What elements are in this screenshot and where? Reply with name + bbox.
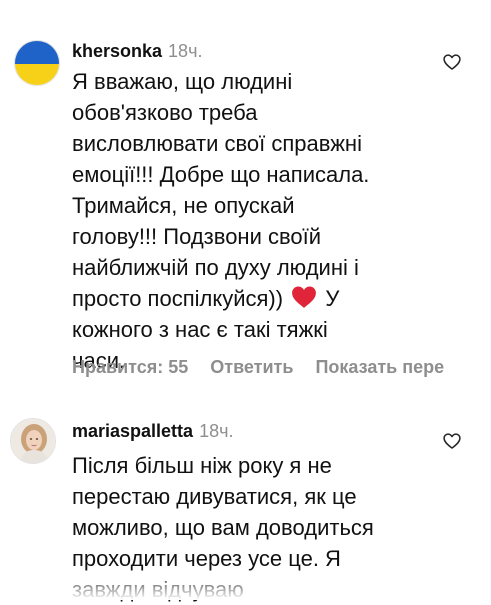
show-translation-button[interactable]: Показать пере	[315, 357, 444, 377]
comment-line: обов'язково треба	[72, 100, 258, 125]
like-heart-icon[interactable]	[442, 431, 462, 451]
comment-line: голову!!! Подзвони своїй	[72, 224, 322, 249]
comment-actions: Нравится: 55 Ответить Показать пере	[72, 357, 466, 378]
comment-line: можливо, що вам доводиться	[72, 515, 374, 540]
comment-line: найближчій по духу людині і	[72, 255, 359, 280]
bottom-fade-overlay	[0, 570, 491, 600]
comment-line: кожного з нас є такі тяжкі	[72, 317, 328, 342]
comment-line: Тримайся, не опускай	[72, 193, 295, 218]
comment-header: khersonka 18ч.	[72, 40, 202, 62]
username[interactable]: khersonka	[72, 41, 162, 61]
avatar-khersonka[interactable]	[14, 40, 60, 86]
timestamp[interactable]: 18ч.	[199, 421, 233, 441]
timestamp[interactable]: 18ч.	[168, 41, 202, 61]
comment-text: Я вважаю, що людині обов'язково треба ви…	[72, 66, 369, 376]
avatar-mariaspalletta[interactable]	[10, 418, 56, 464]
reply-button[interactable]: Ответить	[210, 357, 293, 377]
comment-line: емоції!!! Добре що написала.	[72, 162, 370, 187]
likes-count-button[interactable]: Нравится: 55	[72, 357, 188, 377]
red-heart-emoji	[292, 286, 317, 308]
comment-line-with-emoji: просто поспілкуйся)) У	[72, 283, 369, 314]
like-heart-icon[interactable]	[442, 52, 462, 72]
comment-line-part: У	[325, 286, 340, 311]
username[interactable]: mariaspalletta	[72, 421, 193, 441]
comment-line: висловлювати свої справжні	[72, 131, 362, 156]
profile-photo-image	[11, 419, 55, 463]
comment-line: перестаю дивуватися, як це	[72, 484, 357, 509]
comment-header: mariaspalletta 18ч.	[72, 420, 233, 442]
comment-line: Після більш ніж року я не	[72, 453, 332, 478]
comment-line-part: просто поспілкуйся))	[72, 286, 284, 311]
comment-line: Я вважаю, що людині	[72, 69, 293, 94]
ukraine-flag-avatar-image	[15, 41, 59, 85]
